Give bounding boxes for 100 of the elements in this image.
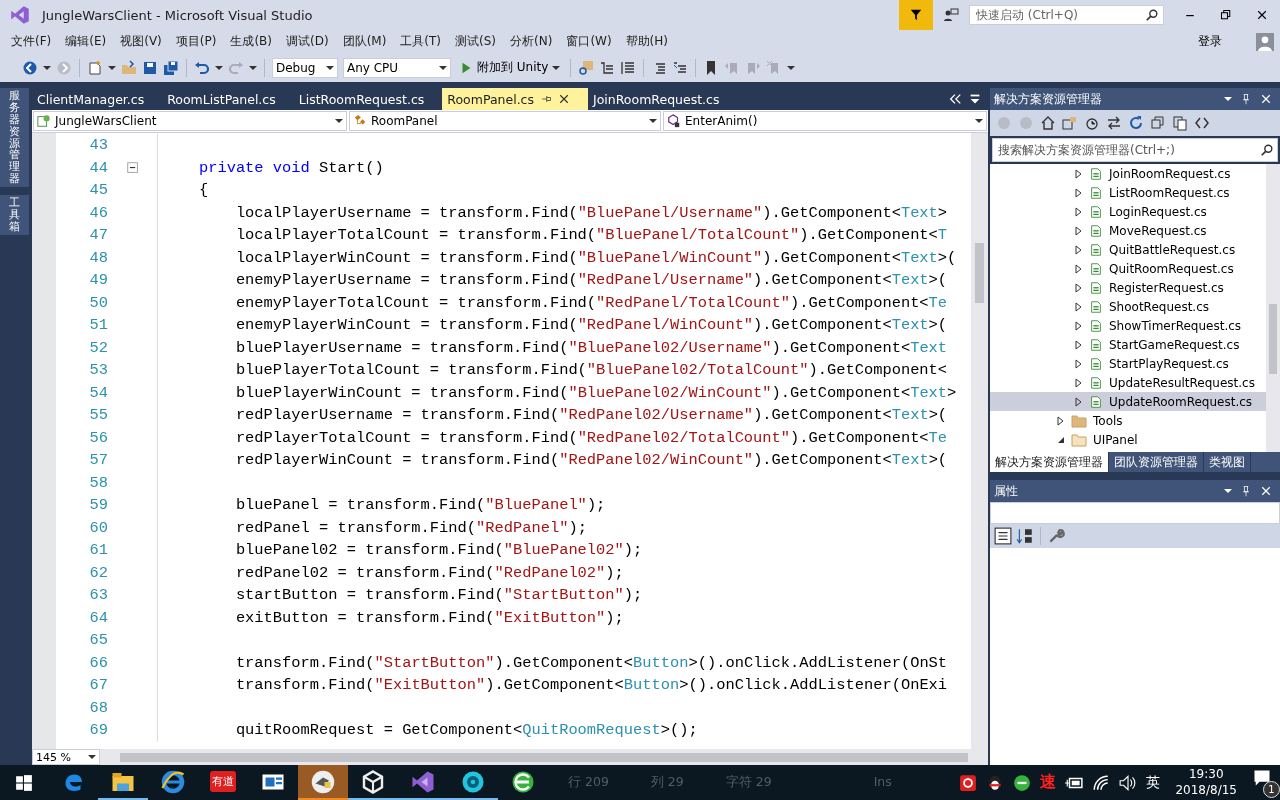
dropdown-caret-icon[interactable] xyxy=(249,65,257,70)
save-icon[interactable] xyxy=(142,59,158,76)
sort-icon[interactable] xyxy=(1016,527,1034,545)
search-field[interactable]: 搜索解决方案资源管理器(Ctrl+;) xyxy=(992,138,1278,162)
collapse-icon[interactable] xyxy=(125,160,140,175)
collapsed-arrow-icon[interactable] xyxy=(1075,301,1083,312)
platform-dropdown[interactable]: Any CPU xyxy=(343,57,451,78)
tab-list-icon[interactable] xyxy=(968,92,982,106)
tree-item[interactable]: ShowTimerRequest.cs xyxy=(990,316,1266,335)
categorized-icon[interactable] xyxy=(994,527,1012,545)
volume-icon[interactable] xyxy=(1119,773,1138,792)
menu-item[interactable]: 编辑(E) xyxy=(58,31,114,52)
dropdown-caret-icon[interactable] xyxy=(215,65,223,70)
tree-item[interactable]: QuitRoomRequest.cs xyxy=(990,259,1266,278)
document-tab[interactable]: RoomListPanel.cs xyxy=(162,88,294,110)
filter-button[interactable] xyxy=(899,0,933,30)
type-dropdown[interactable]: RoomPanel xyxy=(349,111,661,131)
back-icon[interactable] xyxy=(22,59,38,76)
format-icon[interactable] xyxy=(620,59,637,76)
tree-item[interactable]: StartPlayRequest.cs xyxy=(990,354,1266,373)
swap-icon[interactable] xyxy=(1106,115,1122,131)
tree-item[interactable]: RegisterRequest.cs xyxy=(990,278,1266,297)
menu-item[interactable]: 项目(P) xyxy=(168,31,224,52)
document-tab[interactable]: JoinRoomRequest.cs xyxy=(588,88,738,110)
menu-item[interactable]: 生成(B) xyxy=(223,31,279,52)
menu-item[interactable]: 调试(D) xyxy=(279,31,336,52)
panel-tab[interactable]: 团队资源管理器 xyxy=(1109,452,1204,472)
clock-date[interactable]: 2018/8/15 xyxy=(1175,782,1237,799)
overflow-icon[interactable] xyxy=(787,65,796,70)
pin-icon[interactable] xyxy=(1240,485,1252,497)
globe-icon[interactable] xyxy=(1013,773,1032,792)
tree-item[interactable]: MoveRequest.cs xyxy=(990,221,1266,240)
document-tab[interactable]: ClientManager.cs xyxy=(32,88,163,110)
menu-item[interactable]: 工具(T) xyxy=(393,31,449,52)
speed-tray-icon[interactable]: 速 xyxy=(1040,772,1057,793)
collapsed-arrow-icon[interactable] xyxy=(1075,282,1083,293)
code-view-icon[interactable] xyxy=(1194,115,1210,131)
collapsed-arrow-icon[interactable] xyxy=(1075,244,1083,255)
tab-scroll-icon[interactable] xyxy=(948,92,962,106)
refresh-icon[interactable] xyxy=(1128,115,1144,131)
pin-icon[interactable] xyxy=(540,93,552,105)
tree-item[interactable]: ShootRequest.cs xyxy=(990,297,1266,316)
project-dropdown[interactable]: JungleWarsClient xyxy=(33,111,347,131)
taskbar-app[interactable] xyxy=(298,765,348,800)
tree-item[interactable]: QuitBattleRequest.cs xyxy=(990,240,1266,259)
app-tray-icon[interactable] xyxy=(959,773,978,792)
wrench-icon[interactable] xyxy=(1047,527,1065,545)
tree-item[interactable]: UpdateResultRequest.cs xyxy=(990,373,1266,392)
horizontal-scrollbar[interactable] xyxy=(120,752,968,762)
sign-in-link[interactable]: 登录 xyxy=(1198,33,1222,50)
dropdown-caret-icon[interactable] xyxy=(43,65,51,70)
dropdown-caret-icon[interactable] xyxy=(108,65,116,70)
expanded-arrow-icon[interactable] xyxy=(1057,435,1065,444)
panel-tab[interactable]: 解决方案资源管理器 xyxy=(990,452,1109,472)
collapsed-arrow-icon[interactable] xyxy=(1075,206,1083,217)
sync-icon[interactable] xyxy=(1062,115,1078,131)
home-icon[interactable] xyxy=(1040,115,1056,131)
side-tab[interactable]: 工具箱 xyxy=(0,195,29,235)
menu-item[interactable]: 文件(F) xyxy=(4,31,59,52)
menu-item[interactable]: 窗口(W) xyxy=(559,31,619,52)
menu-item[interactable]: 测试(S) xyxy=(448,31,504,52)
collapsed-arrow-icon[interactable] xyxy=(1057,415,1065,426)
copy-icon[interactable] xyxy=(1172,115,1188,131)
document-tab[interactable]: ListRoomRequest.cs xyxy=(293,88,443,110)
wifi-icon[interactable] xyxy=(1092,773,1111,792)
menu-item[interactable]: 团队(M) xyxy=(335,31,394,52)
collapsed-arrow-icon[interactable] xyxy=(1075,225,1083,236)
collapsed-arrow-icon[interactable] xyxy=(1075,339,1083,350)
dropdown-caret-icon[interactable] xyxy=(1224,97,1232,101)
avatar-icon[interactable] xyxy=(1256,32,1274,51)
collapsed-arrow-icon[interactable] xyxy=(1075,320,1083,331)
windows-logo-icon[interactable] xyxy=(15,773,33,792)
dropdown-caret-icon[interactable] xyxy=(1224,489,1232,493)
quick-launch-field[interactable]: 快速启动 (Ctrl+Q) xyxy=(969,5,1164,25)
history-icon[interactable] xyxy=(1084,115,1100,131)
clock-time[interactable]: 19:30 xyxy=(1188,766,1224,783)
tree-item[interactable]: ListRoomRequest.cs xyxy=(990,183,1266,202)
collapsed-arrow-icon[interactable] xyxy=(1075,377,1083,388)
attach-button[interactable]: 附加到 Unity xyxy=(456,57,564,78)
open-folder-icon[interactable] xyxy=(121,59,137,76)
collapsed-arrow-icon[interactable] xyxy=(1075,396,1083,407)
side-tab[interactable]: 服务器资源管理器 xyxy=(0,88,29,187)
undo-icon[interactable] xyxy=(194,59,210,76)
taskbar-app[interactable]: 有道 xyxy=(198,765,248,800)
pin-icon[interactable] xyxy=(1240,93,1252,105)
collapsed-arrow-icon[interactable] xyxy=(1075,168,1083,179)
panel-tab[interactable]: 类视图 xyxy=(1204,452,1251,472)
menu-item[interactable]: 分析(N) xyxy=(503,31,560,52)
collapsed-arrow-icon[interactable] xyxy=(1075,187,1083,198)
tree-item[interactable]: Tools xyxy=(990,411,1266,430)
collapsed-arrow-icon[interactable] xyxy=(1075,358,1083,369)
menu-item[interactable]: 视图(V) xyxy=(113,31,169,52)
tree-item[interactable]: UIPanel xyxy=(990,430,1266,449)
configuration-dropdown[interactable]: Debug xyxy=(272,57,338,78)
vertical-scrollbar[interactable] xyxy=(1266,164,1280,452)
document-tab[interactable]: RoomPanel.cs xyxy=(442,88,588,110)
step-icon[interactable] xyxy=(599,59,616,76)
save-all-icon[interactable] xyxy=(163,59,179,76)
zoom-dropdown[interactable]: 145 % xyxy=(32,749,100,765)
tree-item[interactable]: StartGameRequest.cs xyxy=(990,335,1266,354)
